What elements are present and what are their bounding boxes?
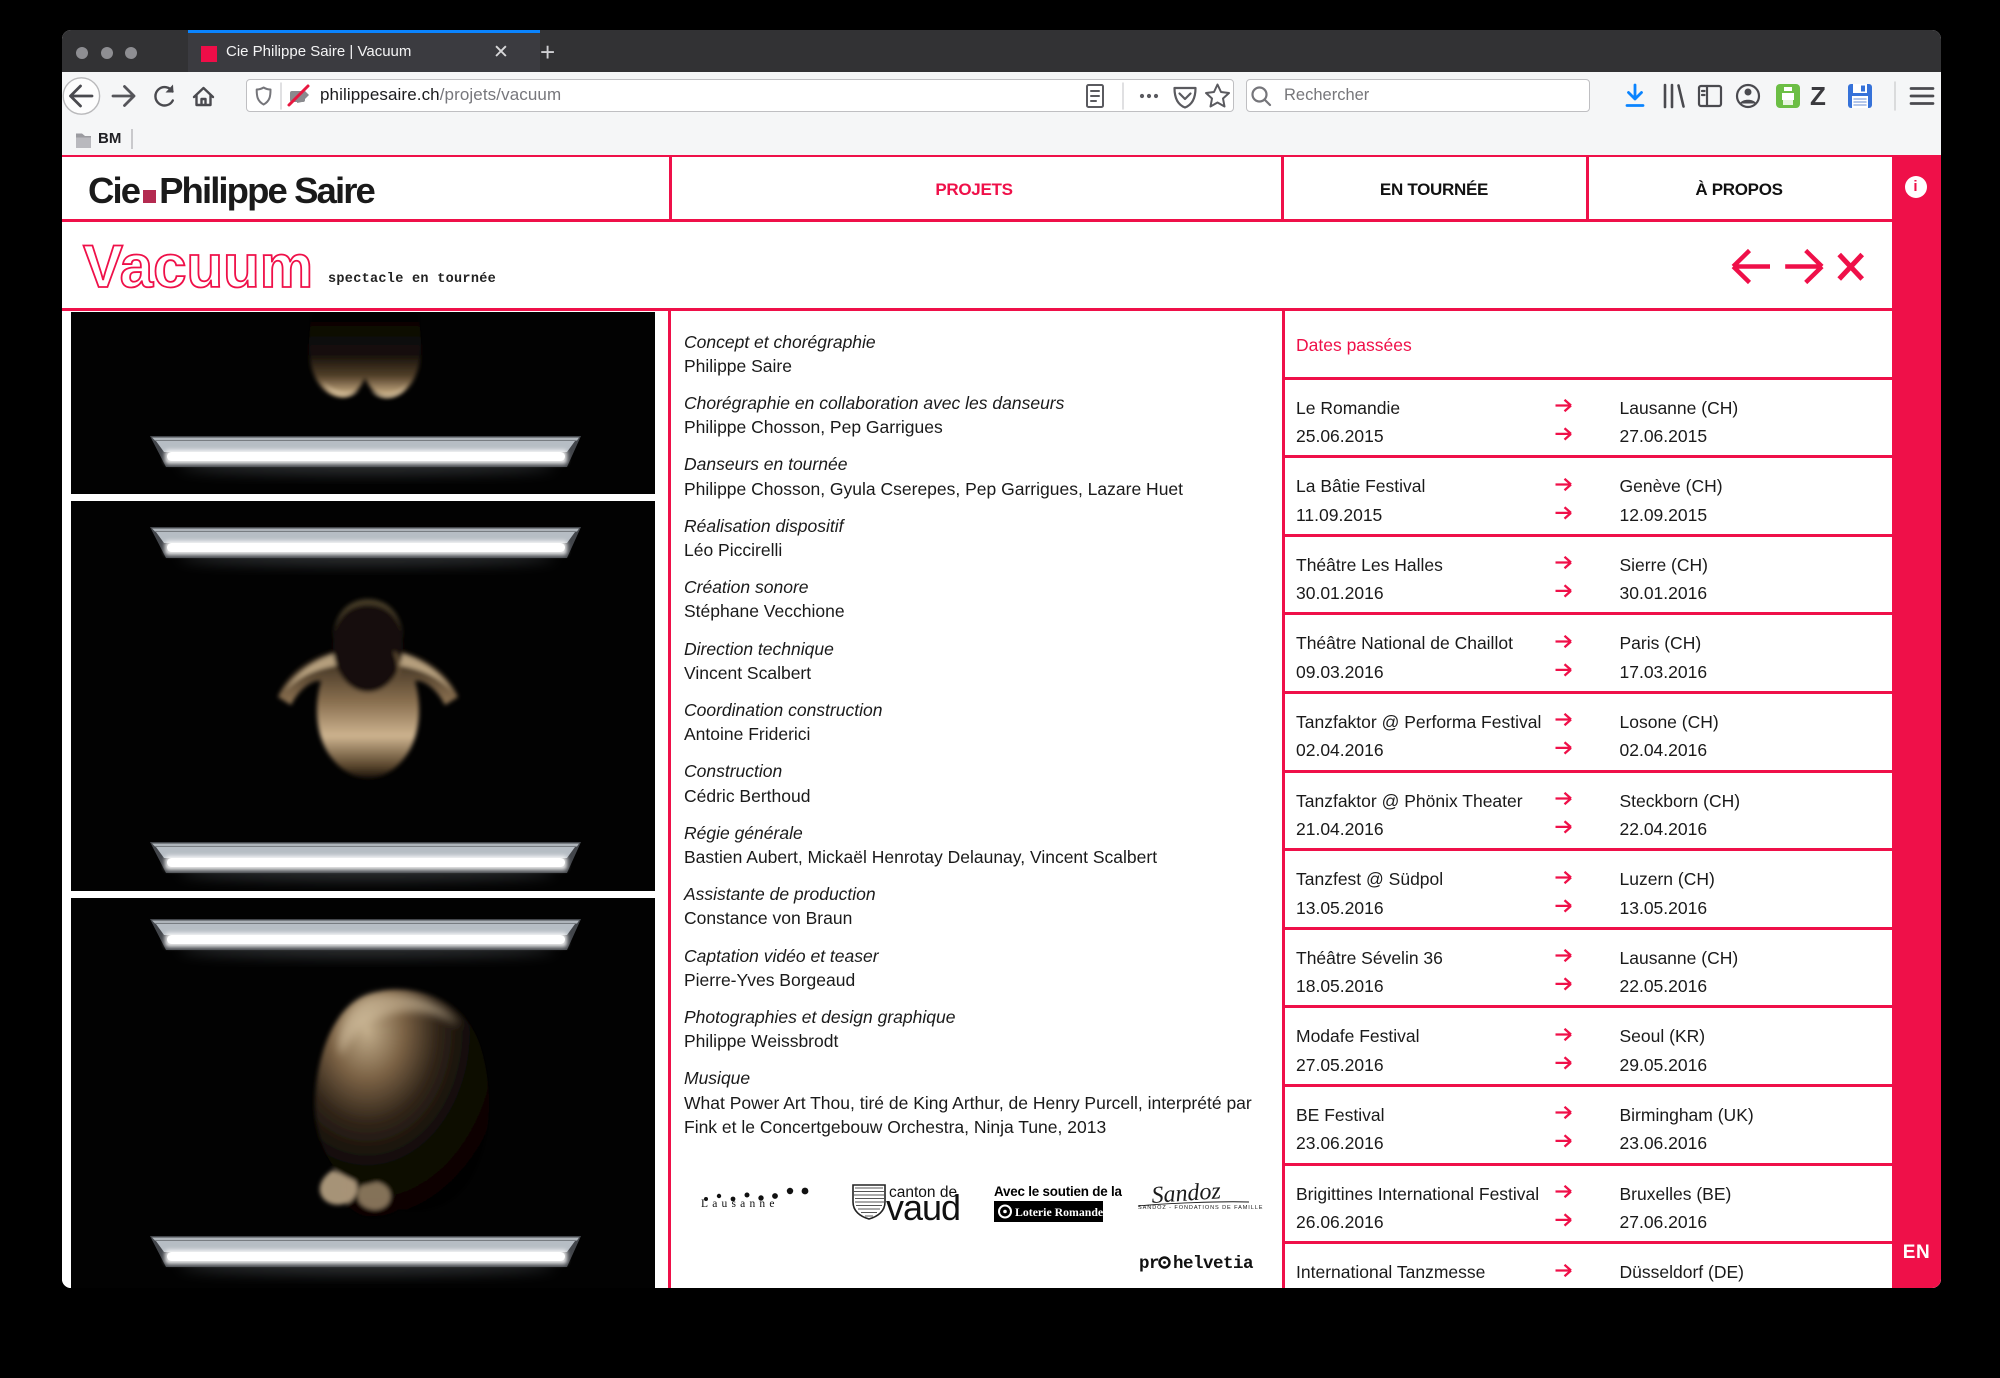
svg-text:Z: Z: [1810, 81, 1826, 111]
svg-text:helvetia: helvetia: [1173, 1254, 1254, 1274]
svg-text:Avec le soutien de la: Avec le soutien de la: [994, 1184, 1123, 1199]
svg-text:Lausanne: Lausanne: [701, 1198, 779, 1210]
svg-text:pr: pr: [1139, 1254, 1159, 1274]
svg-text:Loterie Romande: Loterie Romande: [1015, 1205, 1103, 1219]
svg-text:SANDOZ - FONDATIONS DE FAMILLE: SANDOZ - FONDATIONS DE FAMILLE: [1138, 1205, 1263, 1211]
svg-text:vaud: vaud: [886, 1187, 960, 1228]
